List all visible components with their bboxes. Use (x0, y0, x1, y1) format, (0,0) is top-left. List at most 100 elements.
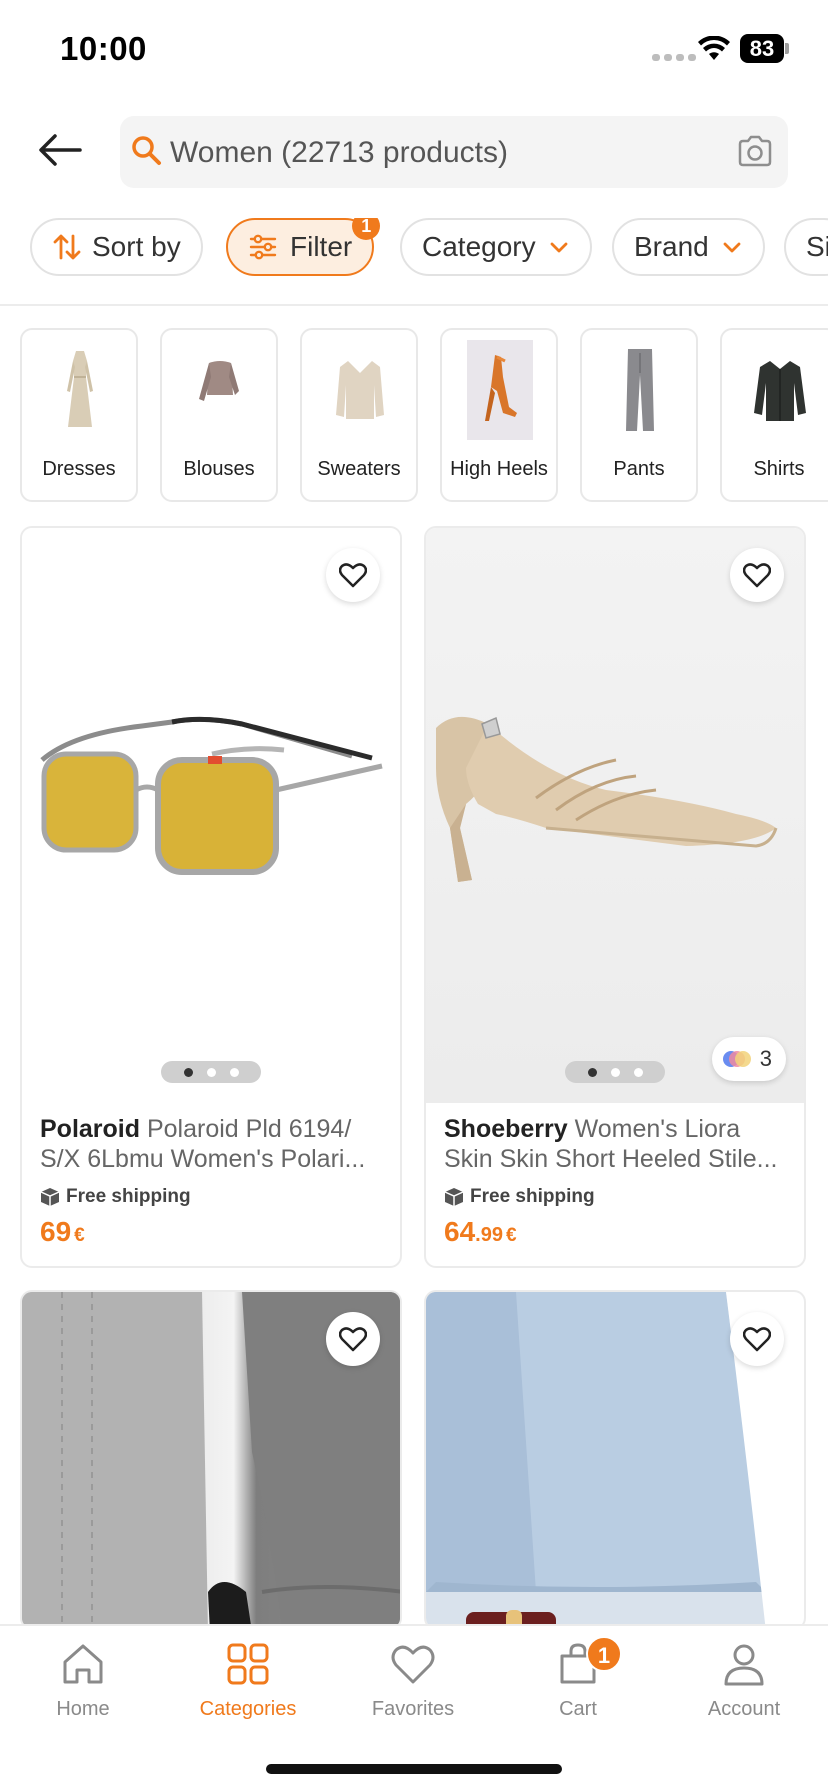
wifi-icon (698, 36, 730, 60)
sort-by-label: Sort by (92, 231, 181, 262)
brand-chip[interactable]: Brand (612, 218, 765, 276)
category-tile-high-heels[interactable]: High Heels (440, 328, 558, 502)
package-icon (40, 1188, 60, 1206)
filter-count-badge: 1 (352, 218, 381, 240)
nav-favorites-label: Favorites (371, 1698, 455, 1720)
filter-chips-bar: Sort by Filter 1 Category Brand Si (0, 218, 828, 278)
status-bar: 10:00 83 (0, 0, 828, 100)
nav-categories[interactable]: Categories (178, 1640, 318, 1721)
pants-image (607, 340, 673, 440)
favorite-button[interactable] (326, 548, 380, 602)
product-price: 64.99 € (444, 1216, 517, 1248)
filter-label: Filter (290, 231, 353, 262)
dress-image (47, 340, 113, 440)
product-card[interactable] (20, 1290, 402, 1630)
price-decimal: .99 (475, 1224, 503, 1246)
category-tile-shirts[interactable]: Shirts (720, 328, 828, 502)
blouse-image (187, 340, 253, 440)
shipping-label: Free shipping (470, 1186, 595, 1207)
home-indicator (266, 1764, 562, 1774)
heart-icon (339, 563, 367, 588)
category-label: Blouses (183, 458, 255, 480)
favorite-button[interactable] (730, 1312, 784, 1366)
category-label: Sweaters (317, 458, 401, 480)
product-brand: Shoeberry (444, 1115, 568, 1143)
categories-grid-icon (227, 1643, 269, 1685)
favorite-button[interactable] (730, 548, 784, 602)
nav-home-label: Home (56, 1698, 110, 1720)
filter-sliders-icon (249, 234, 277, 260)
size-chip[interactable]: Si (784, 218, 828, 276)
shipping-label: Free shipping (66, 1186, 191, 1207)
nav-favorites[interactable]: Favorites (343, 1640, 483, 1721)
sort-icon (53, 234, 81, 260)
back-button[interactable] (36, 126, 84, 174)
nav-cart-label: Cart (559, 1698, 597, 1720)
cart-count-badge: 1 (586, 1636, 622, 1672)
product-image (22, 1292, 400, 1628)
back-arrow-icon (39, 134, 82, 166)
category-tile-pants[interactable]: Pants (580, 328, 698, 502)
heart-icon (391, 1645, 435, 1684)
nav-home[interactable]: Home (13, 1640, 153, 1721)
product-card[interactable]: Polaroid Polaroid Pld 6194/ S/X 6Lbmu Wo… (20, 526, 402, 1268)
search-input[interactable]: Women (22713 products) (120, 116, 788, 188)
product-card[interactable]: 3 Shoeberry Women's Liora Skin Skin Shor… (424, 526, 806, 1268)
product-image (426, 1292, 804, 1628)
divider (0, 304, 828, 306)
nav-account-label: Account (707, 1698, 781, 1720)
shirt-image (747, 340, 813, 440)
product-image (22, 528, 400, 1103)
color-count: 3 (759, 1046, 772, 1071)
price-integer: 69 (40, 1216, 72, 1247)
heart-icon (339, 1327, 367, 1352)
price-integer: 64 (444, 1216, 476, 1247)
color-variants-badge[interactable]: 3 (711, 1037, 786, 1081)
category-label: Pants (613, 458, 665, 480)
slingback-heel-image (436, 716, 778, 882)
category-chip-label: Category (422, 231, 536, 262)
high-heels-image (467, 340, 533, 440)
product-title: Shoeberry Women's Liora Skin Skin Short … (444, 1114, 790, 1176)
product-brand: Polaroid (40, 1115, 141, 1143)
product-price: 69 € (40, 1216, 85, 1248)
category-tile-dresses[interactable]: Dresses (20, 328, 138, 502)
camera-icon[interactable] (736, 134, 774, 168)
category-label: Shirts (753, 458, 805, 480)
free-shipping-tag: Free shipping (444, 1186, 595, 1208)
filter-chip[interactable]: Filter 1 (226, 218, 381, 276)
favorite-button[interactable] (326, 1312, 380, 1366)
heart-icon (743, 563, 771, 588)
price-currency: € (505, 1225, 517, 1246)
free-shipping-tag: Free shipping (40, 1186, 191, 1208)
status-time: 10:00 (60, 30, 147, 67)
product-card[interactable] (424, 1290, 806, 1630)
heart-icon (743, 1327, 771, 1352)
category-tile-blouses[interactable]: Blouses (160, 328, 278, 502)
nav-categories-label: Categories (199, 1698, 297, 1720)
package-icon (444, 1188, 464, 1206)
nav-cart[interactable]: 1 Cart (508, 1636, 648, 1721)
category-label: Dresses (42, 458, 116, 480)
category-tiles: Dresses Blouses Sweaters High Heels Pant… (0, 328, 828, 504)
size-chip-label: Si (806, 231, 828, 262)
signal-icon (652, 54, 696, 61)
battery-level: 83 (740, 34, 784, 63)
chevron-down-icon (723, 242, 741, 253)
category-chip[interactable]: Category (400, 218, 592, 276)
sweater-image (327, 340, 393, 440)
chevron-down-icon (550, 242, 568, 253)
product-image: 3 (426, 528, 804, 1103)
image-pagination-dots (161, 1061, 261, 1083)
price-currency: € (74, 1225, 85, 1246)
account-icon (724, 1644, 764, 1686)
battery-icon: 83 (740, 34, 789, 63)
category-tile-sweaters[interactable]: Sweaters (300, 328, 418, 502)
nav-account[interactable]: Account (674, 1640, 814, 1721)
search-icon (132, 136, 161, 165)
search-query: Women (22713 products) (170, 136, 508, 169)
image-pagination-dots (565, 1061, 665, 1083)
sort-by-chip[interactable]: Sort by (30, 218, 203, 276)
color-swatches-icon (722, 1051, 751, 1067)
product-title: Polaroid Polaroid Pld 6194/ S/X 6Lbmu Wo… (40, 1114, 386, 1176)
